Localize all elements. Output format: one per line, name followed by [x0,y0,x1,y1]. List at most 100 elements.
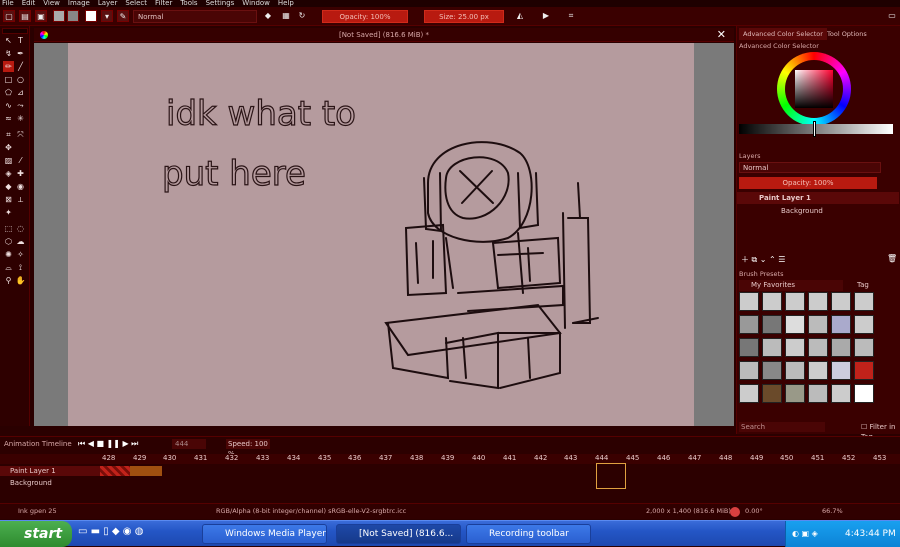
mirror-horizontal-icon[interactable]: ◭ [514,10,526,22]
crop-tool-icon[interactable]: ⌗ [3,129,14,140]
status-zoom[interactable]: 66.7% [822,504,843,519]
tray-icons[interactable]: ◐ ▣ ◈ [786,529,818,538]
brush-preset-icon[interactable] [85,10,97,22]
playback-controls[interactable]: ⏮ ◀ ■ ❚❚ ▶ ⏭ [78,439,138,449]
freehand-path-icon[interactable]: ⤳ [15,100,26,111]
rotation-icon[interactable] [730,507,740,517]
select-shapes-icon[interactable]: ↖ [3,35,14,46]
menu-file[interactable]: File [2,0,14,7]
size-slider[interactable]: Size: 25.00 px [424,10,504,23]
bezier-select-icon[interactable]: ⌓ [3,262,14,273]
text-tool-icon[interactable]: T [15,35,26,46]
move-tool-icon[interactable]: ✥ [3,142,14,153]
start-button[interactable]: start [0,521,72,547]
save-icon[interactable]: ▣ [35,10,47,22]
blend-mode-select[interactable]: Normal [133,10,257,23]
menu-filter[interactable]: Filter [155,0,172,7]
menu-help[interactable]: Help [278,0,294,7]
polygon-select-icon[interactable]: ⬡ [3,236,14,247]
eraser-mode-icon[interactable]: ◆ [262,10,274,22]
menu-window[interactable]: Window [242,0,270,7]
menu-select[interactable]: Select [125,0,147,7]
mirror-vertical-icon[interactable]: ▶ [540,10,552,22]
freehand-select-icon[interactable]: ☁ [15,236,26,247]
current-frame-field[interactable]: 444 [172,439,206,449]
measure-tool-icon[interactable]: ⟂ [15,194,26,205]
timeline-layer-paint[interactable]: Paint Layer 1 [0,466,100,476]
reference-images-icon[interactable]: ✦ [3,207,14,218]
task-recording-toolbar[interactable]: Recording toolbar [466,524,591,544]
rect-select-icon[interactable]: ⬚ [3,223,14,234]
assistant-tool-icon[interactable]: ⊠ [3,194,14,205]
new-document-icon[interactable]: ▢ [3,10,15,22]
menu-layer[interactable]: Layer [98,0,118,7]
pattern-icon[interactable] [67,10,79,22]
lightness-handle[interactable] [813,121,816,137]
keyframe-block[interactable] [100,466,130,476]
ellipse-select-icon[interactable]: ◌ [15,223,26,234]
keyframe-hold[interactable] [130,466,162,476]
brush-tip-icon[interactable]: ✎ [117,10,129,22]
menu-image[interactable]: Image [68,0,90,7]
speed-field[interactable]: Speed: 100 % [226,439,270,458]
similar-select-icon[interactable]: ✧ [15,249,26,260]
add-layer-icon[interactable]: ＋ ⧉ ⌄ ⌃ ☰ [741,255,785,264]
saturation-value-square[interactable] [795,70,833,108]
brush-tag-select[interactable]: My Favorites [739,280,843,291]
filter-in-tag-checkbox[interactable]: ☐ Filter in Tag [861,422,900,441]
magnetic-select-icon[interactable]: ⟟ [15,262,26,273]
calligraphy-icon[interactable]: ✒ [15,48,26,59]
lightness-slider[interactable] [739,124,893,134]
canvas-area[interactable]: idk what to put here [34,43,734,426]
clock[interactable]: 4:43:44 PM [845,521,896,547]
workspace-icon[interactable]: ▭ [886,10,898,22]
layer-blend-select[interactable]: Normal [739,162,881,173]
freehand-brush-icon[interactable]: ✏ [3,61,14,72]
task-windows-media-player[interactable]: Windows Media Player... [202,524,327,544]
hue-ring[interactable] [777,52,851,126]
timeline-layer-background[interactable]: Background [0,478,100,488]
menu-settings[interactable]: Settings [206,0,235,7]
polyline-tool-icon[interactable]: ⊿ [15,87,26,98]
pan-tool-icon[interactable]: ✋ [15,275,26,286]
menu-tools[interactable]: Tools [180,0,197,7]
dynamic-brush-icon[interactable]: ≈ [3,113,14,124]
gradient-tool-icon[interactable]: ▨ [3,155,14,166]
menu-view[interactable]: View [43,0,60,7]
brush-preset-grid[interactable] [739,292,877,408]
preserve-alpha-icon[interactable]: ▦ [280,10,292,22]
fill-tool-icon[interactable]: ◆ [3,181,14,192]
ellipse-tool-icon[interactable]: ○ [15,74,26,85]
gradient-icon[interactable] [53,10,65,22]
close-document-icon[interactable]: ✕ [717,28,726,42]
open-document-icon[interactable]: ▤ [19,10,31,22]
enclose-fill-icon[interactable]: ◉ [15,181,26,192]
layer-opacity-slider[interactable]: Opacity: 100% [739,177,877,189]
line-tool-icon[interactable]: ╱ [15,61,26,72]
layer-row-background[interactable]: Background [737,205,899,217]
tag-button[interactable]: Tag [849,280,871,291]
multibrush-icon[interactable]: ✳ [15,113,26,124]
canvas-paper[interactable]: idk what to put here [68,43,694,426]
bezier-tool-icon[interactable]: ∿ [3,100,14,111]
document-tab[interactable]: [Not Saved] (816.6 MiB) * ✕ [34,28,734,42]
transform-tool-icon[interactable]: ⤧ [15,129,26,140]
tab-advanced-color-selector[interactable]: Advanced Color Selector [739,28,827,40]
color-picker-icon[interactable]: ⁄ [15,155,26,166]
zoom-tool-icon[interactable]: ⚲ [3,275,14,286]
tab-tool-options[interactable]: Tool Options [823,28,871,40]
menu-edit[interactable]: Edit [22,0,36,7]
brush-search-input[interactable]: Search [739,422,825,432]
task-krita[interactable]: [Not Saved] (816.6... [336,524,461,544]
opacity-slider[interactable]: Opacity: 100% [322,10,408,23]
smart-patch-icon[interactable]: ✚ [15,168,26,179]
layer-row-paint[interactable]: Paint Layer 1 [737,192,899,204]
reload-preset-icon[interactable]: ↻ [296,10,308,22]
wrap-around-icon[interactable]: ⌗ [565,10,577,22]
colorize-mask-icon[interactable]: ◈ [3,168,14,179]
frame-ruler[interactable]: 428 429 430 431 432 433 434 435 436 437 438 439 440 4… [0,454,900,464]
contiguous-select-icon[interactable]: ✺ [3,249,14,260]
edit-shapes-icon[interactable]: ↯ [3,48,14,59]
rectangle-tool-icon[interactable]: □ [3,74,14,85]
delete-layer-icon[interactable]: 🗑 [887,254,897,263]
